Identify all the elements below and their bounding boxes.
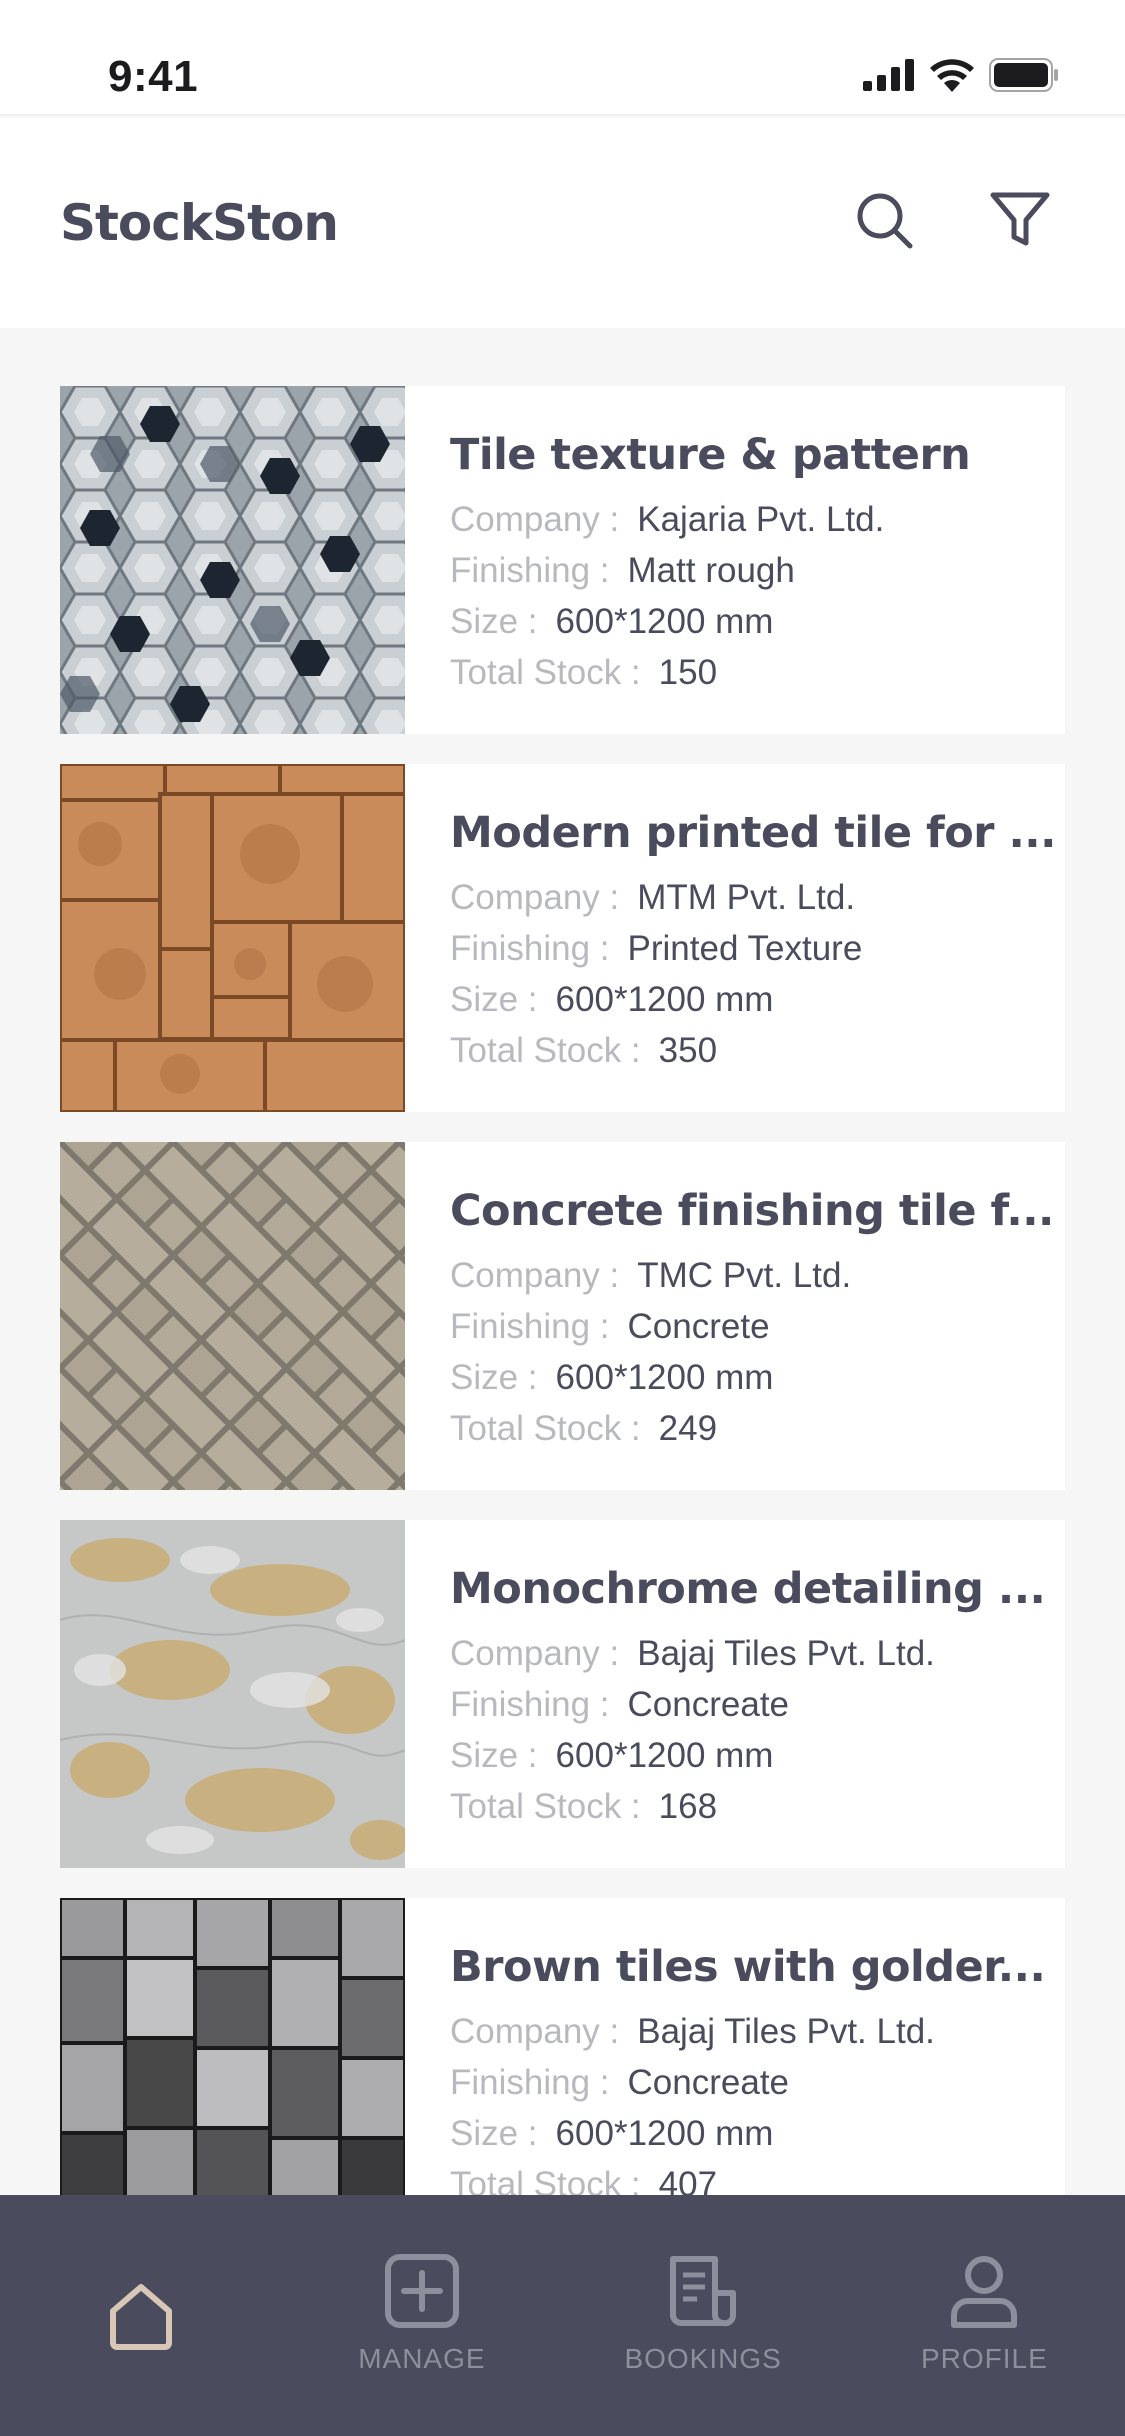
size-value: 600*1200 mm [555, 1358, 774, 1397]
stock-label: Total Stock : [450, 653, 641, 692]
nav-bookings-label: BOOKINGS [624, 2343, 782, 2374]
finishing-value: Matt rough [627, 551, 795, 590]
company-label: Company : [450, 1634, 620, 1673]
add-box-icon [384, 2254, 459, 2328]
signal-icon [863, 59, 914, 91]
company-value: Bajaj Tiles Pvt. Ltd. [637, 1634, 935, 1673]
search-button[interactable] [846, 182, 922, 258]
bottom-nav: MANAGE BOOKINGS PROFILE [0, 2195, 1125, 2436]
finishing-label: Finishing : [450, 929, 610, 968]
company-row: Company : Bajaj Tiles Pvt. Ltd. [450, 2006, 1065, 2057]
product-card[interactable]: Concrete finishing tile f... Company : TM… [60, 1142, 1065, 1490]
stock-value: 168 [658, 1787, 718, 1826]
product-image [60, 1898, 405, 2246]
stock-label: Total Stock : [450, 1787, 641, 1826]
company-value: Bajaj Tiles Pvt. Ltd. [637, 2012, 935, 2051]
finishing-label: Finishing : [450, 1685, 610, 1724]
product-image [60, 764, 405, 1112]
filter-button[interactable] [982, 182, 1058, 258]
nav-profile[interactable]: PROFILE [844, 2195, 1125, 2436]
size-label: Size : [450, 2114, 538, 2153]
size-label: Size : [450, 1358, 538, 1397]
finishing-label: Finishing : [450, 551, 610, 590]
product-title: Concrete finishing tile f... [450, 1186, 1054, 1236]
product-title: Brown tiles with golder... [450, 1942, 1046, 1992]
stock-row: Total Stock : 150 [450, 647, 1065, 698]
size-label: Size : [450, 980, 538, 1019]
company-label: Company : [450, 500, 620, 539]
product-title: Tile texture & pattern [450, 430, 971, 480]
finishing-row: Finishing : Concreate [450, 2057, 1065, 2108]
stock-label: Total Stock : [450, 1409, 641, 1448]
home-icon [109, 2284, 172, 2350]
finishing-value: Concreate [627, 1685, 790, 1724]
finishing-label: Finishing : [450, 1307, 610, 1346]
company-row: Company : TMC Pvt. Ltd. [450, 1250, 1065, 1301]
company-value: Kajaria Pvt. Ltd. [637, 500, 885, 539]
stock-row: Total Stock : 168 [450, 1781, 1065, 1832]
stock-row: Total Stock : 350 [450, 1025, 1065, 1076]
nav-manage-label: MANAGE [358, 2343, 486, 2374]
product-card[interactable]: Tile texture & pattern Company : Kajaria … [60, 386, 1065, 734]
size-value: 600*1200 mm [555, 602, 774, 641]
search-icon [857, 193, 913, 249]
company-value: TMC Pvt. Ltd. [637, 1256, 852, 1295]
receipt-icon [670, 2256, 737, 2327]
size-row: Size : 600*1200 mm [450, 1730, 1065, 1781]
finishing-label: Finishing : [450, 2063, 610, 2102]
size-label: Size : [450, 602, 538, 641]
battery-icon [989, 58, 1058, 92]
app-header: StockSton [0, 118, 1125, 328]
size-row: Size : 600*1200 mm [450, 974, 1065, 1025]
size-value: 600*1200 mm [555, 980, 774, 1019]
nav-profile-label: PROFILE [920, 2343, 1048, 2374]
wifi-icon [930, 59, 974, 92]
nav-bookings[interactable]: BOOKINGS [563, 2195, 844, 2436]
stock-row: Total Stock : 249 [450, 1403, 1065, 1454]
size-row: Size : 600*1200 mm [450, 2108, 1065, 2159]
finishing-row: Finishing : Concreate [450, 1679, 1065, 1730]
company-row: Company : MTM Pvt. Ltd. [450, 872, 1065, 923]
size-row: Size : 600*1200 mm [450, 1352, 1065, 1403]
finishing-row: Finishing : Printed Texture [450, 923, 1065, 974]
size-label: Size : [450, 1736, 538, 1775]
finishing-row: Finishing : Concrete [450, 1301, 1065, 1352]
size-row: Size : 600*1200 mm [450, 596, 1065, 647]
stock-value: 150 [658, 653, 718, 692]
size-value: 600*1200 mm [555, 1736, 774, 1775]
company-label: Company : [450, 878, 620, 917]
nav-manage[interactable]: MANAGE [281, 2195, 562, 2436]
finishing-value: Concreate [627, 2063, 790, 2102]
company-label: Company : [450, 2012, 620, 2051]
size-value: 600*1200 mm [555, 2114, 774, 2153]
product-card[interactable]: Modern printed tile for ... Company : MTM… [60, 764, 1065, 1112]
product-image [60, 1520, 405, 1868]
product-image [60, 386, 405, 734]
nav-home[interactable] [0, 2195, 281, 2436]
status-time: 9:41 [108, 52, 199, 101]
stock-value: 249 [658, 1409, 718, 1448]
app-title: StockSton [60, 194, 339, 252]
company-label: Company : [450, 1256, 620, 1295]
filter-icon [990, 192, 1050, 246]
finishing-row: Finishing : Matt rough [450, 545, 1065, 596]
company-row: Company : Kajaria Pvt. Ltd. [450, 494, 1065, 545]
stock-value: 350 [658, 1031, 718, 1070]
product-image [60, 1142, 405, 1490]
company-row: Company : Bajaj Tiles Pvt. Ltd. [450, 1628, 1065, 1679]
stock-label: Total Stock : [450, 1031, 641, 1070]
product-card[interactable]: Brown tiles with golder... Company : Baja… [60, 1898, 1065, 2246]
status-icons [863, 58, 1059, 92]
product-title: Monochrome detailing ... [450, 1564, 1046, 1614]
status-bar: 9:41 [0, 0, 1125, 116]
product-title: Modern printed tile for ... [450, 808, 1056, 858]
product-card[interactable]: Monochrome detailing ... Company : Bajaj … [60, 1520, 1065, 1868]
company-value: MTM Pvt. Ltd. [637, 878, 856, 917]
user-icon [951, 2256, 1018, 2328]
finishing-value: Concrete [627, 1307, 770, 1346]
finishing-value: Printed Texture [627, 929, 863, 968]
product-list: Tile texture & pattern Company : Kajaria … [60, 386, 1065, 2276]
